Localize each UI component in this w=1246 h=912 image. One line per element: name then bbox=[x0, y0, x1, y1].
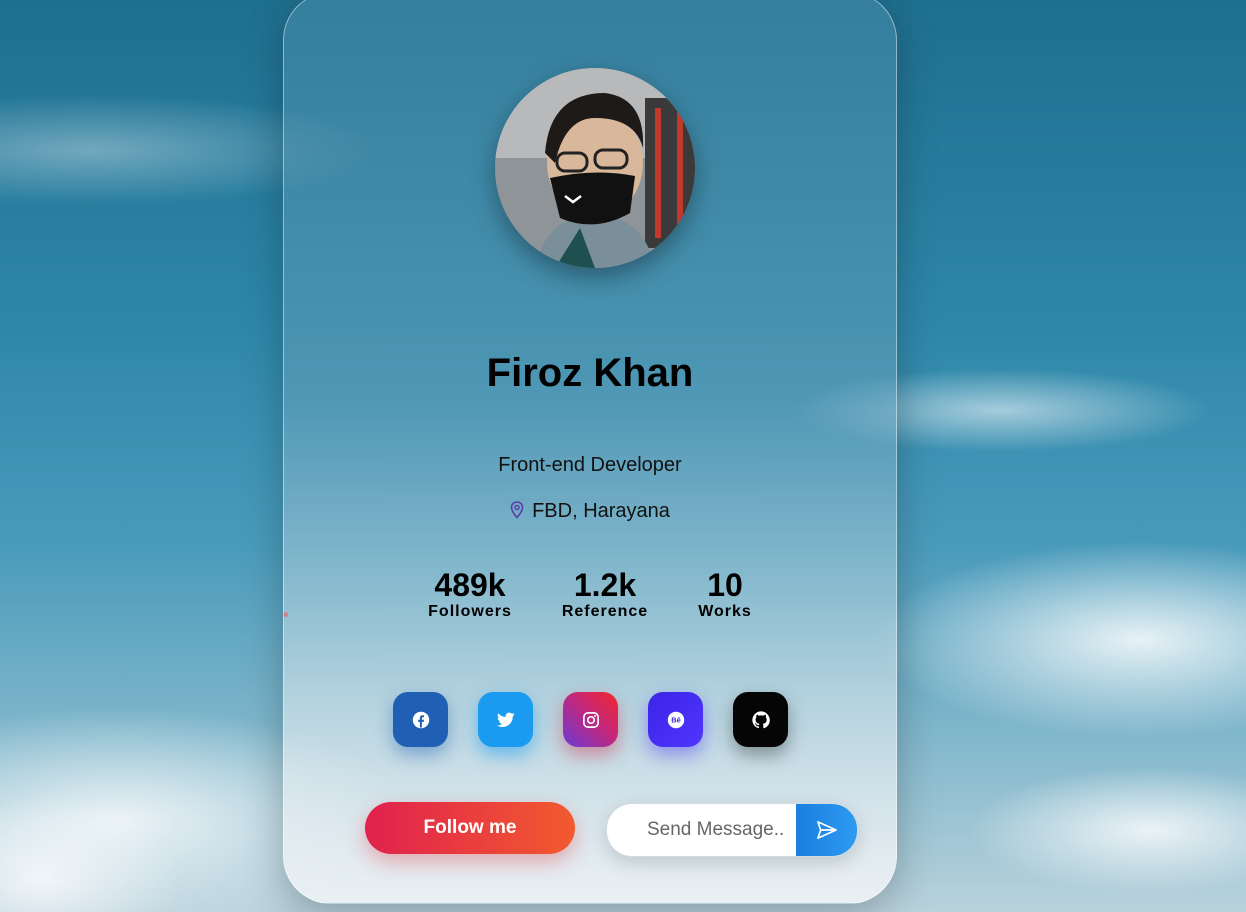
stat-label: Followers bbox=[428, 603, 512, 620]
twitter-icon bbox=[496, 712, 515, 727]
behance-icon: Bē bbox=[667, 711, 684, 728]
stat-reference: 1.2k Reference bbox=[562, 567, 648, 621]
svg-text:Bē: Bē bbox=[671, 715, 681, 724]
profile-card: Firoz Khan Front-end Developer FBD, Hara… bbox=[283, 0, 897, 904]
send-icon bbox=[816, 821, 837, 839]
avatar bbox=[495, 68, 695, 268]
instagram-icon bbox=[582, 711, 599, 728]
instagram-button[interactable] bbox=[563, 692, 618, 747]
stat-works: 10 Works bbox=[698, 567, 752, 621]
profile-role: Front-end Developer bbox=[498, 454, 682, 476]
stat-label: Reference bbox=[561, 603, 649, 620]
message-box bbox=[606, 803, 858, 857]
stats-row: 489k Followers 1.2k Reference 10 Works bbox=[284, 567, 896, 627]
stat-value: 489k bbox=[434, 567, 506, 603]
location-pin-icon bbox=[510, 501, 524, 525]
stat-value: 1.2k bbox=[573, 567, 637, 603]
message-input[interactable] bbox=[607, 804, 795, 856]
facebook-button[interactable] bbox=[393, 692, 448, 747]
github-button[interactable] bbox=[733, 692, 788, 747]
behance-button[interactable]: Bē bbox=[648, 692, 703, 747]
location-text: FBD, Harayana bbox=[532, 500, 670, 522]
follow-button[interactable]: Follow me bbox=[365, 802, 575, 854]
stat-value: 10 bbox=[707, 567, 743, 603]
github-icon bbox=[751, 710, 770, 728]
facebook-icon bbox=[412, 711, 429, 728]
stat-followers: 489k Followers bbox=[428, 567, 512, 621]
stat-label: Works bbox=[698, 603, 752, 620]
profile-location: FBD, Harayana bbox=[284, 500, 896, 525]
twitter-button[interactable] bbox=[478, 692, 533, 747]
profile-name: Firoz Khan bbox=[486, 351, 694, 395]
send-button[interactable] bbox=[796, 804, 857, 856]
avatar-photo bbox=[495, 68, 695, 268]
